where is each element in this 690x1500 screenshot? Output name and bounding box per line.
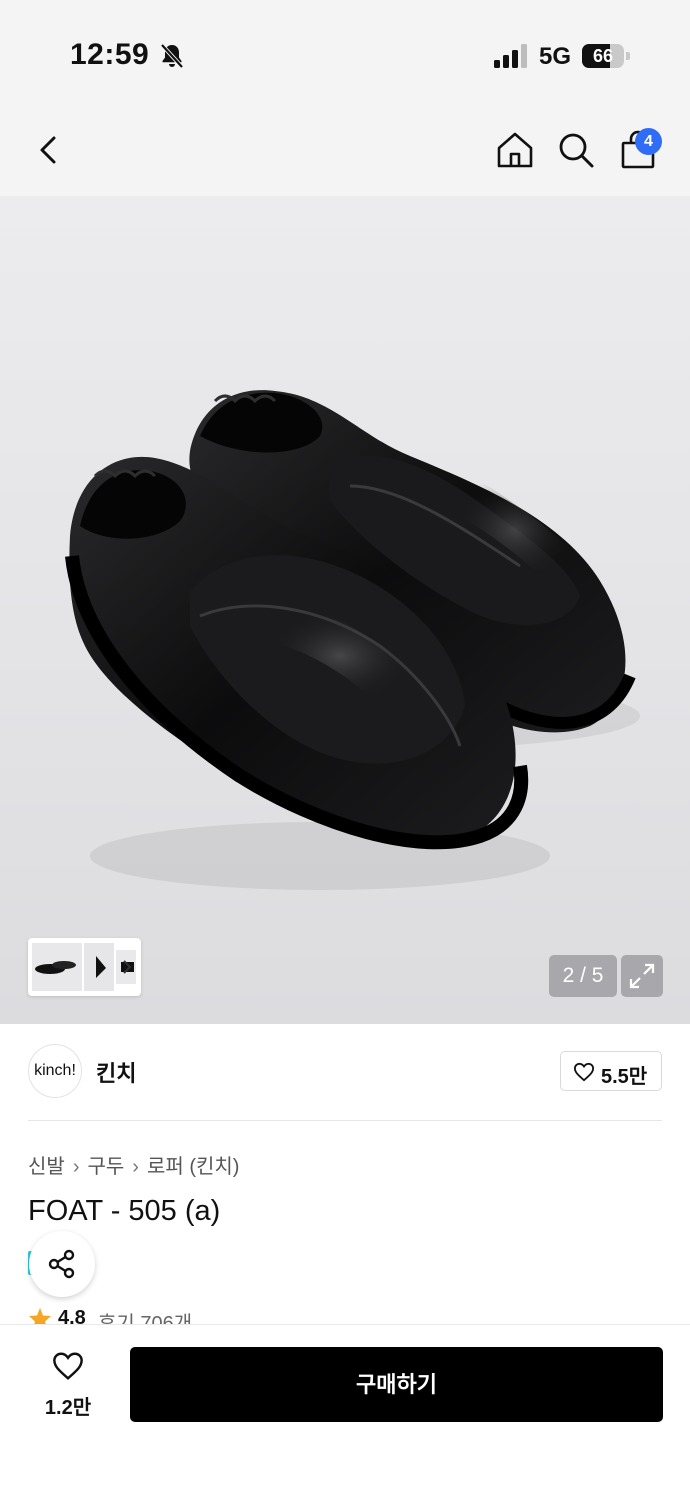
breadcrumb-item[interactable]: 구두 [87,1156,124,1178]
breadcrumb: 신발 › 구두 › 로퍼 (킨치) [28,1150,239,1179]
heart-outline-icon [53,1352,83,1380]
breadcrumb-separator: › [132,1156,139,1178]
home-icon[interactable] [495,130,535,170]
expand-icon [629,963,655,989]
image-page-counter: 2 / 5 [549,955,617,997]
brand-like-button[interactable]: 5.5만 [560,1051,662,1091]
brand-logo[interactable]: kinch! [28,1044,82,1098]
divider [28,1120,662,1121]
back-arrow-icon[interactable] [28,130,68,170]
product-title: FOAT - 505 (a) [28,1195,221,1227]
search-icon[interactable] [556,130,596,170]
share-icon [48,1249,75,1279]
buy-button[interactable]: 구매하기 [130,1347,663,1422]
battery-percent: 66 [592,46,614,66]
wishlist-count: 1.2만 [44,1397,92,1419]
share-button[interactable] [29,1231,95,1297]
brand-name[interactable]: 킨치 [96,1056,136,1088]
top-nav-bar [0,100,690,196]
network-type: 5G [539,43,572,70]
expand-button[interactable] [621,955,663,997]
heart-outline-icon [573,1062,595,1082]
signal-icon [494,44,527,68]
status-bar: 12:59 5G 66 [0,0,690,100]
brand-like-count: 5.5만 [601,1066,648,1088]
cart-count-badge: 4 [635,128,662,155]
product-image-gallery[interactable] [0,196,690,1024]
breadcrumb-item[interactable]: 신발 [28,1156,65,1178]
breadcrumb-separator: › [72,1156,80,1178]
battery-icon: 66 [582,44,630,68]
wishlist-button[interactable]: 1.2만 [28,1347,108,1427]
brand-row: kinch! 킨치 5.5만 [0,1024,690,1120]
bell-slash-icon [160,43,184,69]
product-photo-loafers [65,390,640,890]
chevron-right-icon[interactable] [120,957,134,977]
breadcrumb-item[interactable]: 로퍼 (킨치) [147,1156,239,1178]
bottom-action-bar: 1.2만 구매하기 [0,1324,690,1500]
status-time: 12:59 [70,38,150,71]
